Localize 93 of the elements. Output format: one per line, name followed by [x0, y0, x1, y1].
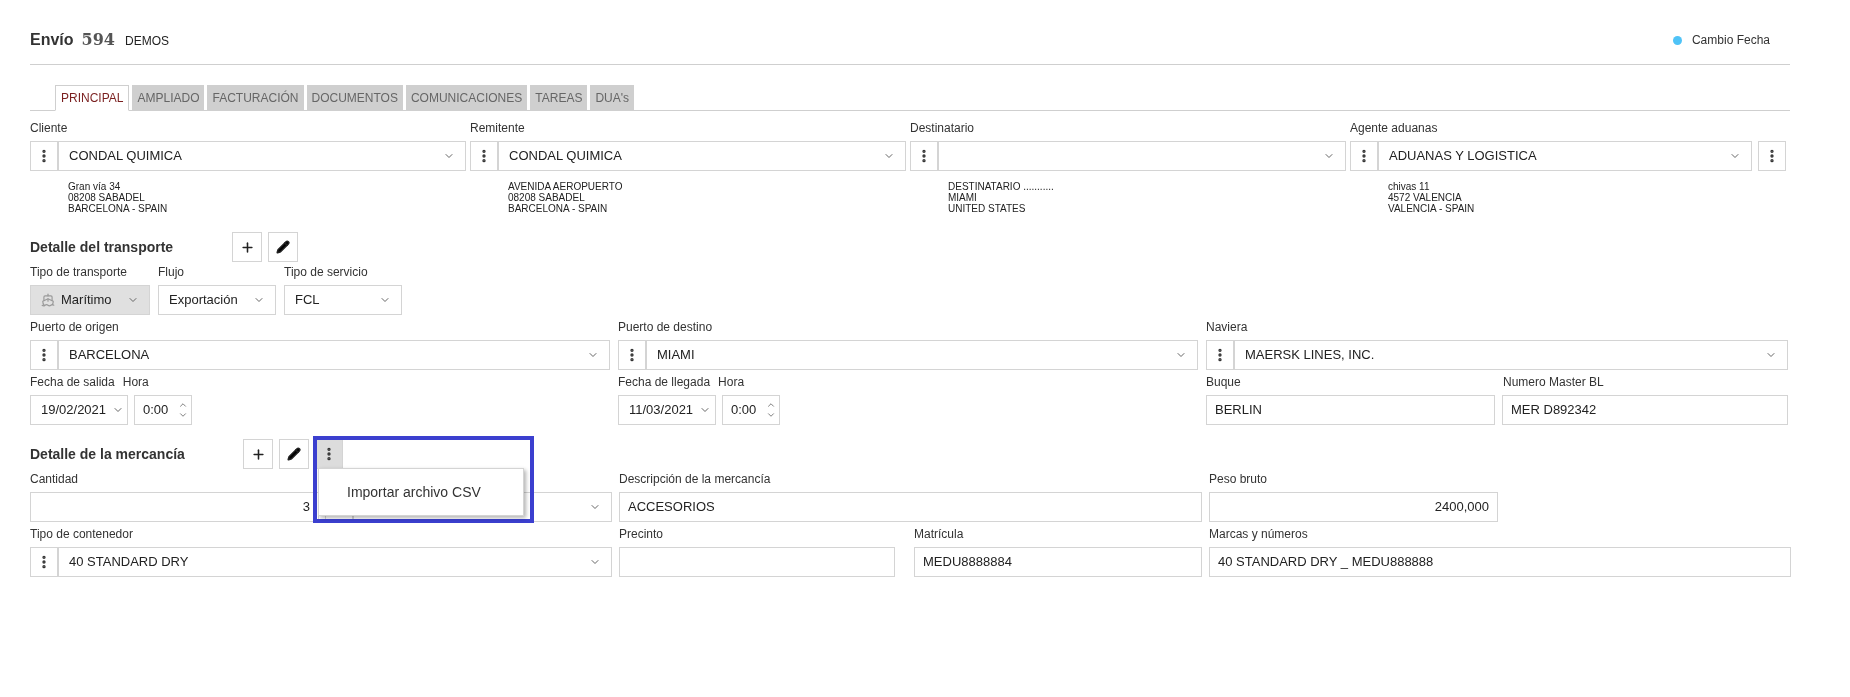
field-label: Hora — [122, 374, 149, 390]
pencil-icon — [276, 240, 290, 254]
field-label: Descripción de la mercancía — [619, 471, 771, 487]
field-label: Tipo de servicio — [284, 264, 368, 280]
plus-icon — [250, 446, 266, 462]
field-label: Puerto de origen — [30, 319, 119, 335]
add-button[interactable] — [243, 439, 273, 469]
more-options-button[interactable] — [1350, 141, 1378, 171]
tab[interactable]: COMUNICACIONES — [405, 85, 528, 110]
field-label: Hora — [718, 374, 745, 390]
address-line: DESTINATARIO ........... — [948, 181, 1055, 192]
text-field[interactable]: 2400,000 — [1209, 492, 1498, 522]
chevron-up-icon — [178, 400, 188, 410]
more-options-button[interactable] — [30, 340, 58, 370]
plus-icon — [239, 239, 255, 255]
address-line: UNITED STATES — [948, 203, 1027, 214]
field-label: Peso bruto — [1209, 471, 1268, 487]
field-label: Flujo — [158, 264, 184, 280]
field-label: Buque — [1206, 374, 1242, 390]
text-field[interactable]: BERLIN — [1206, 395, 1495, 425]
edit-button[interactable] — [268, 232, 298, 262]
more-options-button[interactable] — [470, 141, 498, 171]
text-field[interactable]: 40 STANDARD DRY _ MEDU888888 — [1209, 547, 1791, 577]
chevron-up-icon — [766, 400, 776, 410]
section-title: Detalle del transporte — [30, 237, 175, 257]
pencil-icon — [287, 447, 301, 461]
tab[interactable]: DOCUMENTOS — [306, 85, 403, 110]
field-label: Tipo de transporte — [30, 264, 127, 280]
field-label: Numero Master BL — [1503, 374, 1604, 390]
tab[interactable]: PRINCIPAL — [55, 85, 130, 111]
time-field[interactable]: 0:00 — [722, 395, 780, 425]
edit-button[interactable] — [279, 439, 309, 469]
field-label: Tipo de contenedor — [30, 526, 133, 542]
dropdown-field[interactable]: Exportación — [158, 285, 276, 315]
company-name: DEMOS — [124, 33, 169, 50]
menu-item[interactable]: Importar archivo CSV — [319, 481, 523, 503]
field-label: Fecha de salida — [30, 374, 115, 390]
more-options-button[interactable] — [1206, 340, 1234, 370]
field-label: Matrícula — [914, 526, 964, 542]
text-field[interactable] — [619, 547, 895, 577]
dropdown-field[interactable]: ADUANAS Y LOGISTICA — [1378, 141, 1752, 171]
field-label: Marcas y números — [1209, 526, 1308, 542]
more-options-button[interactable] — [30, 141, 58, 171]
address-line: VALENCIA - SPAIN — [1388, 203, 1476, 214]
field-label: Naviera — [1206, 319, 1248, 335]
text-field[interactable]: MER D892342 — [1502, 395, 1788, 425]
address-line: chivas 11 — [1388, 181, 1431, 192]
field-label: Cantidad — [30, 471, 79, 487]
ship-icon — [41, 293, 55, 307]
dropdown-field[interactable]: CONDAL QUIMICA — [498, 141, 906, 171]
dropdown-field[interactable]: BARCELONA — [58, 340, 610, 370]
dropdown-field[interactable]: 11/03/2021 — [618, 395, 716, 425]
tab[interactable]: FACTURACIÓN — [207, 85, 304, 110]
field-label: Destinatario — [910, 120, 975, 136]
field-label: Puerto de destino — [618, 319, 713, 335]
address-line: AVENIDA AEROPUERTO — [508, 181, 624, 192]
legend-label: Cambio Fecha — [1691, 32, 1770, 49]
field-label: Precinto — [619, 526, 664, 542]
text-field[interactable]: 3 — [30, 492, 319, 522]
add-button[interactable] — [232, 232, 262, 262]
dropdown-field[interactable]: CONDAL QUIMICA — [58, 141, 466, 171]
more-options-button[interactable] — [1758, 141, 1786, 171]
address-line: 08208 SABADEL — [68, 192, 146, 203]
tab[interactable]: DUA's — [590, 85, 635, 110]
dropdown-field[interactable]: FCL — [284, 285, 402, 315]
address-line: 4572 VALENCIA — [1388, 192, 1463, 203]
tab[interactable]: AMPLIADO — [132, 85, 205, 110]
dropdown-field[interactable]: MAERSK LINES, INC. — [1234, 340, 1788, 370]
section-title: Detalle de la mercancía — [30, 444, 186, 464]
dropdown-field[interactable] — [938, 141, 1346, 171]
address-line: 08208 SABADEL — [508, 192, 586, 203]
address-line: Gran vía 34 — [68, 181, 122, 192]
dropdown-field[interactable]: 19/02/2021 — [30, 395, 128, 425]
tab[interactable]: TAREAS — [530, 85, 588, 110]
field-label: Agente aduanas — [1350, 120, 1438, 136]
more-options-button[interactable] — [618, 340, 646, 370]
field-label: Fecha de llegada — [618, 374, 711, 390]
page-title: Envío — [30, 30, 74, 50]
chevron-down-icon — [766, 410, 776, 420]
more-options-button[interactable] — [30, 547, 58, 577]
dropdown-field[interactable]: 40 STANDARD DRY — [58, 547, 612, 577]
field-label: Cliente — [30, 120, 68, 136]
address-line: BARCELONA - SPAIN — [508, 203, 609, 214]
text-field[interactable]: ACCESORIOS — [619, 492, 1202, 522]
address-line: MIAMI — [948, 192, 978, 203]
field-label: Remitente — [470, 120, 525, 136]
shipment-number: 594 — [81, 29, 115, 51]
address-line: BARCELONA - SPAIN — [68, 203, 169, 214]
chevron-down-icon — [178, 410, 188, 420]
more-options-button[interactable] — [910, 141, 938, 171]
time-field[interactable]: 0:00 — [134, 395, 192, 425]
dropdown-field[interactable]: MIAMI — [646, 340, 1198, 370]
text-field[interactable]: MEDU8888884 — [914, 547, 1202, 577]
